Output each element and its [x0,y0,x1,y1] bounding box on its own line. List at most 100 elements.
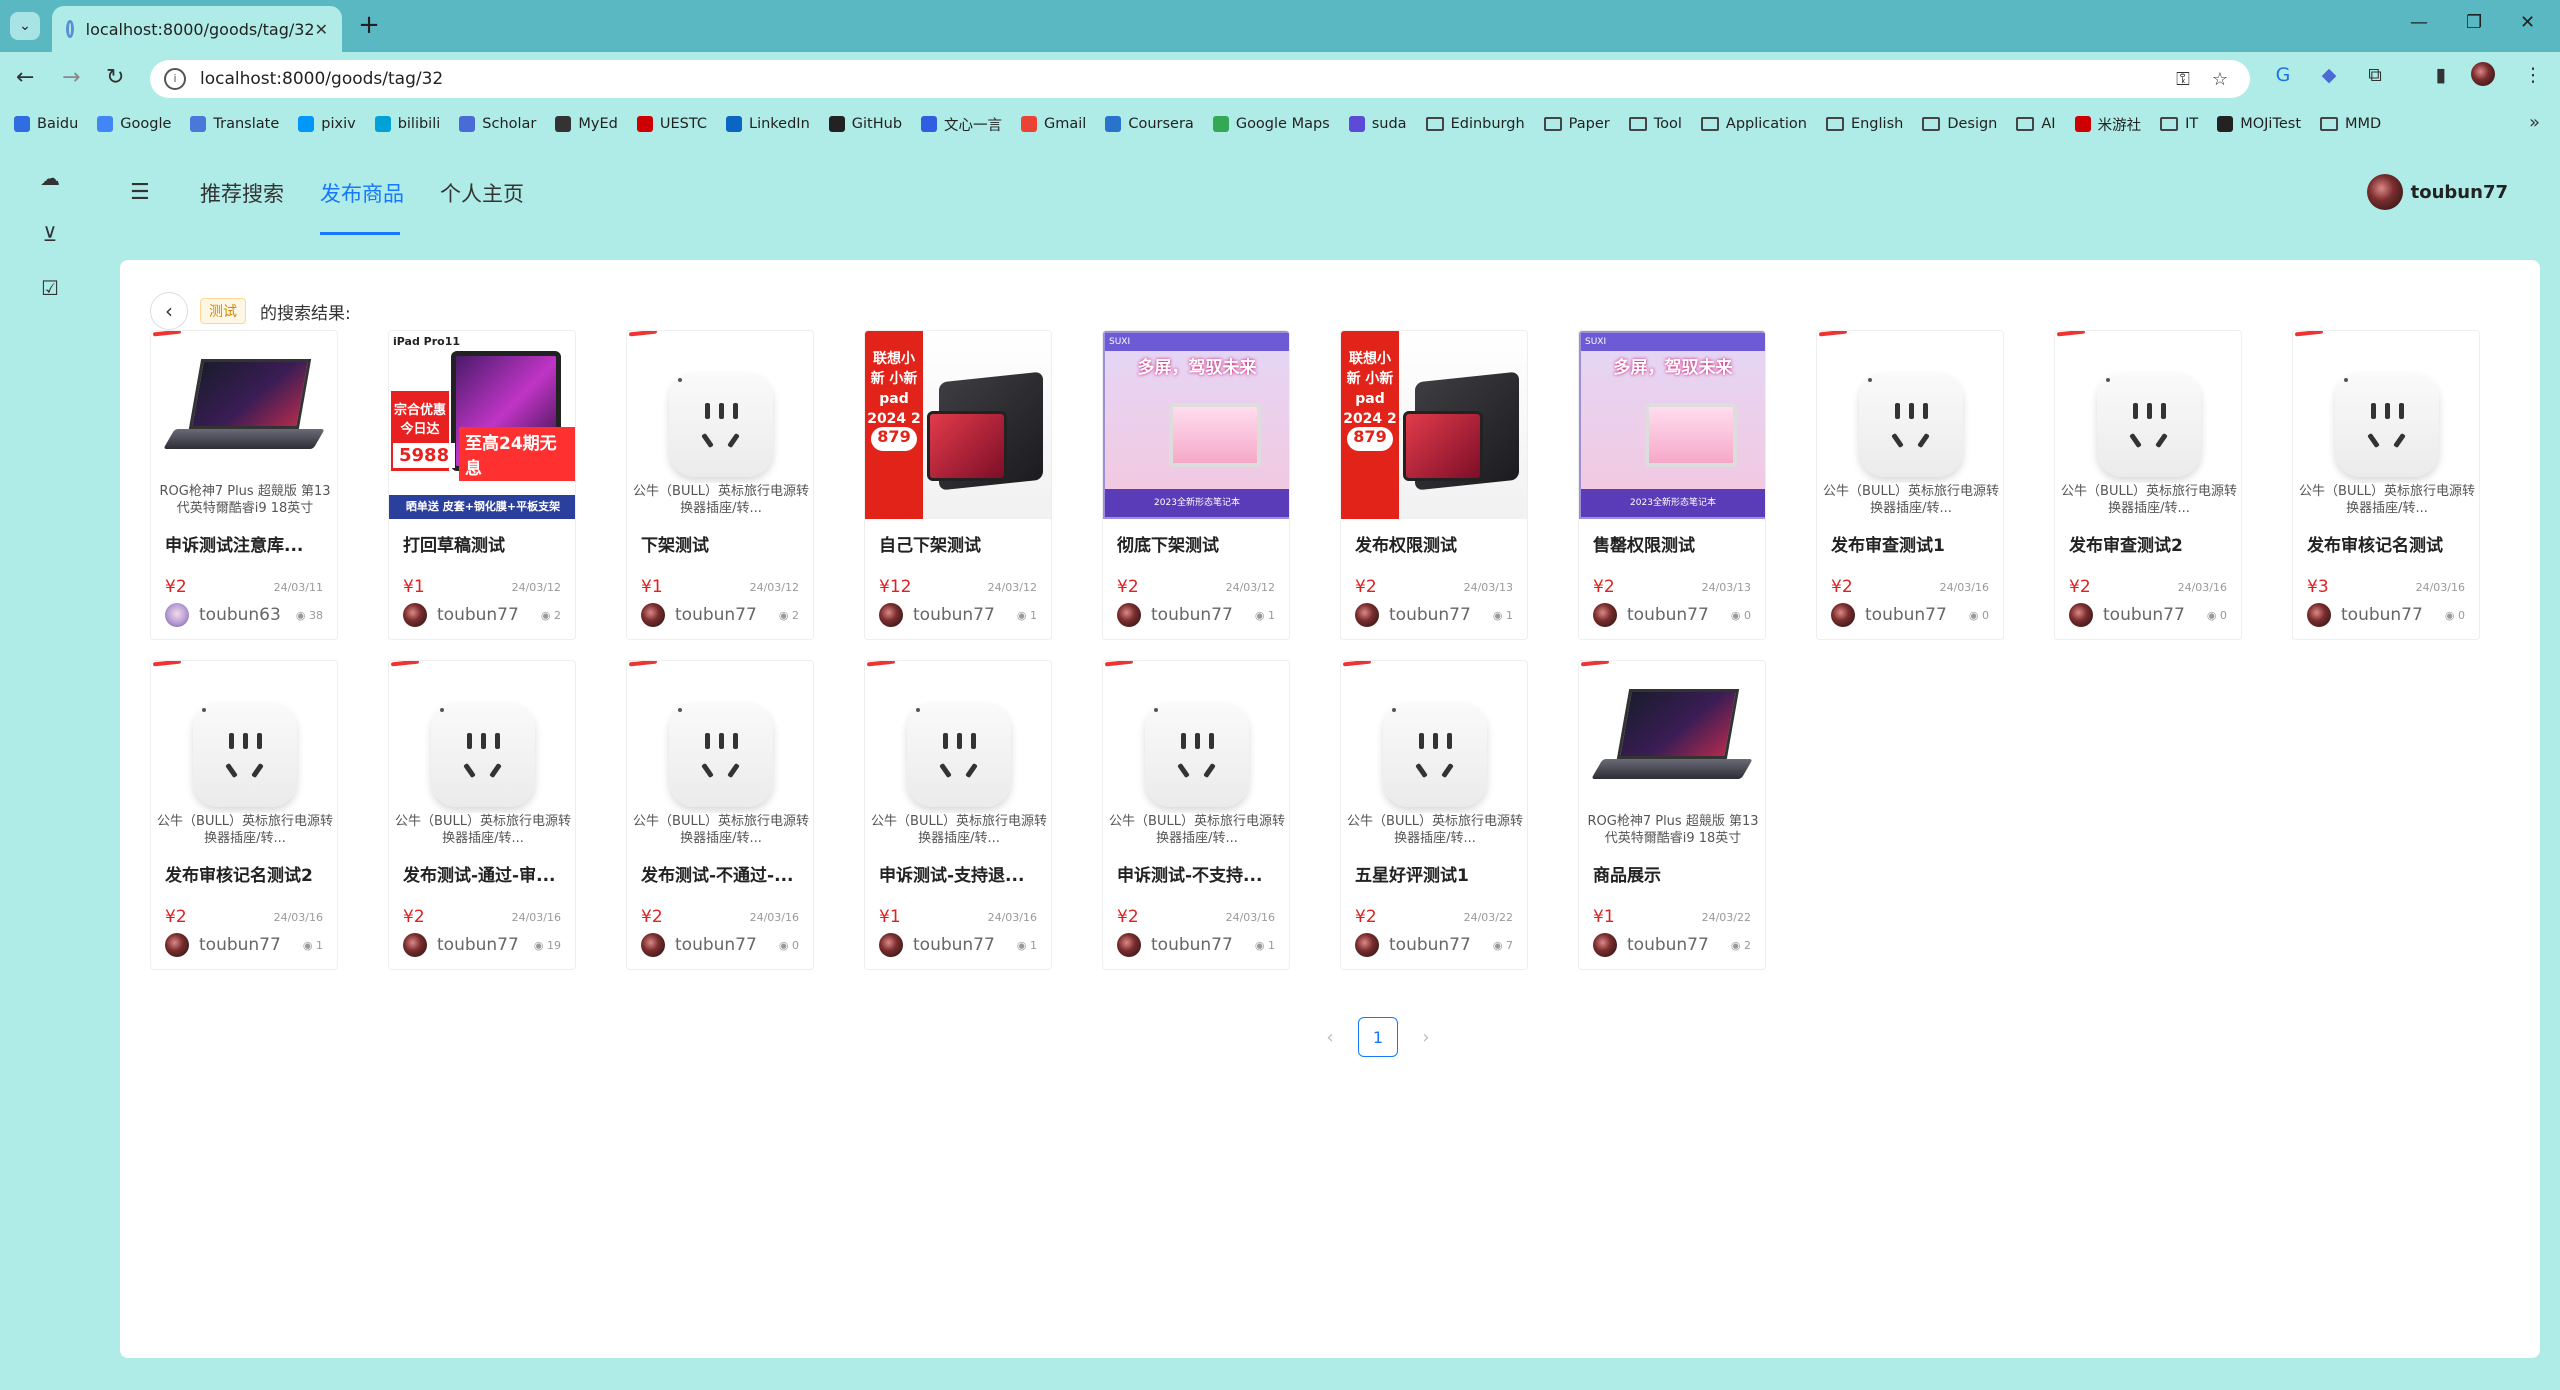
product-card[interactable]: 公牛（BULL）英标旅行电源转换器插座/转... 申诉测试-不支持... ¥2 24/… [1102,660,1290,970]
bookmark-item[interactable]: Application [1700,116,1807,132]
prev-page-icon[interactable]: ‹ [1310,1027,1350,1048]
verified-icon[interactable]: ⊻ [38,222,62,246]
star-icon[interactable]: ☆ [2212,69,2228,90]
product-title[interactable]: 发布审查测试1 [1831,531,1995,556]
product-card[interactable]: 公牛（BULL）英标旅行电源转换器插座/转... 申诉测试-支持退... ¥1 24/… [864,660,1052,970]
forward-icon[interactable]: → [62,65,80,90]
key-icon[interactable]: ⚿ [2176,69,2190,90]
product-title[interactable]: 打回草稿测试 [403,531,567,556]
seller-info[interactable]: toubun63 [165,603,281,627]
product-card[interactable]: 公牛（BULL）英标旅行电源转换器插座/转... 发布审查测试1 ¥2 24/03/1… [1816,330,2004,640]
profile-avatar[interactable] [2470,62,2496,88]
extension-icon[interactable]: ◆ [2316,62,2342,88]
more-menu-icon[interactable]: ⋮ [2520,62,2546,88]
product-image[interactable]: SUXI 多屏，驾驭未来 2023全新形态笔记本 [1103,331,1289,519]
product-image[interactable]: iPad Pro11 宗合优惠 今日达 至高24期无息 5988 晒单送 皮套+钢化膜+… [389,331,575,519]
product-card[interactable]: SUXI 多屏，驾驭未来 2023全新形态笔记本 彻底下架测试 ¥2 24/03/12 to… [1102,330,1290,640]
seller-info[interactable]: toubun77 [403,603,519,627]
close-window-icon[interactable]: ✕ [2520,12,2535,33]
seller-info[interactable]: toubun77 [1593,933,1709,957]
seller-info[interactable]: toubun77 [2069,603,2185,627]
address-bar[interactable]: i localhost:8000/goods/tag/32 ⚿ ☆ [150,60,2250,98]
bookmark-item[interactable]: Baidu [14,116,78,132]
product-card[interactable]: ROG枪神7 Plus 超競版 第13代英特爾酷睿i9 18英寸 商品展示 ¥1 24… [1578,660,1766,970]
seller-info[interactable]: toubun77 [879,933,995,957]
bookmark-item[interactable]: LinkedIn [726,116,810,132]
product-card[interactable]: 公牛（BULL）英标旅行电源转换器插座/转... 五星好评测试1 ¥2 24/03/2… [1340,660,1528,970]
bookmark-item[interactable]: Design [1922,116,1997,132]
seller-info[interactable]: toubun77 [879,603,995,627]
product-title[interactable]: 售罄权限测试 [1593,531,1757,556]
bookmark-item[interactable]: Translate [190,116,279,132]
seller-info[interactable]: toubun77 [1831,603,1947,627]
bookmark-item[interactable]: suda [1348,116,1407,132]
bookmark-item[interactable]: Google Maps [1212,116,1330,132]
user-menu[interactable]: toubun77 [2366,174,2508,210]
seller-info[interactable]: toubun77 [1593,603,1709,627]
product-title[interactable]: 下架测试 [641,531,805,556]
bookmark-item[interactable]: pixiv [298,116,356,132]
browser-tab[interactable]: localhost:8000/goods/tag/32 ✕ [52,6,342,52]
product-card[interactable]: 公牛（BULL）英标旅行电源转换器插座/转... 下架测试 ¥1 24/03/12 to… [626,330,814,640]
seller-info[interactable]: toubun77 [2307,603,2423,627]
product-card[interactable]: 联想小新 小新pad 2024 2年质保879 自己下架测试 ¥12 24/03/12… [864,330,1052,640]
tab-search-button[interactable]: ⌄ [10,12,40,40]
calendar-check-icon[interactable]: ☑ [38,276,62,300]
bookmark-item[interactable]: Tool [1628,116,1682,132]
bookmark-item[interactable]: Coursera [1105,116,1194,132]
product-title[interactable]: 五星好评测试1 [1355,861,1519,886]
menu-toggle-icon[interactable]: ☰ [130,180,150,205]
product-title[interactable]: 商品展示 [1593,861,1757,886]
side-panel-icon[interactable]: ▮ [2428,62,2454,88]
bookmark-item[interactable]: bilibili [374,116,440,132]
product-card[interactable]: 公牛（BULL）英标旅行电源转换器插座/转... 发布审查测试2 ¥2 24/03/1… [2054,330,2242,640]
close-tab-icon[interactable]: ✕ [315,20,328,39]
bookmark-item[interactable]: Paper [1543,116,1610,132]
product-card[interactable]: iPad Pro11 宗合优惠 今日达 至高24期无息 5988 晒单送 皮套+钢化膜+… [388,330,576,640]
tab-recommend-search[interactable]: 推荐搜索 [200,178,284,208]
bookmark-item[interactable]: UESTC [636,116,707,132]
bookmark-item[interactable]: MMD [2320,116,2381,132]
product-title[interactable]: 申诉测试注意库... [165,531,329,556]
seller-info[interactable]: toubun77 [1355,933,1471,957]
new-tab-button[interactable]: + [352,10,386,40]
bookmark-item[interactable]: MOJiTest [2217,116,2301,132]
bookmark-item[interactable]: GitHub [828,116,902,132]
product-title[interactable]: 发布测试-通过-审... [403,861,567,886]
bookmark-item[interactable]: IT [2160,116,2198,132]
bookmark-item[interactable]: 文心一言 [921,114,1002,135]
restore-icon[interactable]: ❐ [2466,12,2482,33]
tab-profile[interactable]: 个人主页 [440,178,524,208]
bookmark-item[interactable]: English [1825,116,1903,132]
seller-info[interactable]: toubun77 [1117,933,1233,957]
tab-publish-goods[interactable]: 发布商品 [320,178,404,208]
product-title[interactable]: 发布测试-不通过-... [641,861,805,886]
product-card[interactable]: 公牛（BULL）英标旅行电源转换器插座/转... 发布测试-通过-审... ¥2 24… [388,660,576,970]
seller-info[interactable]: toubun77 [1117,603,1233,627]
next-page-icon[interactable]: › [1406,1027,1446,1048]
seller-info[interactable]: toubun77 [165,933,281,957]
seller-info[interactable]: toubun77 [1355,603,1471,627]
cloud-upload-icon[interactable]: ☁ [38,166,62,190]
product-image[interactable]: SUXI 多屏，驾驭未来 2023全新形态笔记本 [1579,331,1765,519]
product-title[interactable]: 申诉测试-不支持... [1117,861,1281,886]
reload-icon[interactable]: ↻ [106,65,124,90]
seller-info[interactable]: toubun77 [403,933,519,957]
url-text[interactable]: localhost:8000/goods/tag/32 [200,69,2176,89]
product-card[interactable]: ROG枪神7 Plus 超競版 第13代英特爾酷睿i9 18英寸 申诉测试注意库.… [150,330,338,640]
product-card[interactable]: 公牛（BULL）英标旅行电源转换器插座/转... 发布测试-不通过-... ¥2 24… [626,660,814,970]
product-card[interactable]: 公牛（BULL）英标旅行电源转换器插座/转... 发布审核记名测试 ¥3 24/03/… [2292,330,2480,640]
page-number[interactable]: 1 [1358,1017,1398,1057]
product-title[interactable]: 申诉测试-支持退... [879,861,1043,886]
product-card[interactable]: SUXI 多屏，驾驭未来 2023全新形态笔记本 售罄权限测试 ¥2 24/03/13 to… [1578,330,1766,640]
bookmark-item[interactable]: Gmail [1021,116,1086,132]
more-bookmarks-icon[interactable]: » [2529,112,2540,133]
product-image[interactable]: 联想小新 小新pad 2024 2年质保879 [1341,331,1527,519]
product-title[interactable]: 发布审查测试2 [2069,531,2233,556]
minimize-icon[interactable]: — [2410,12,2428,33]
product-title[interactable]: 发布权限测试 [1355,531,1519,556]
translate-extension-icon[interactable]: G [2270,62,2296,88]
bookmark-item[interactable]: Scholar [459,116,536,132]
product-title[interactable]: 自己下架测试 [879,531,1043,556]
bookmark-item[interactable]: 米游社 [2074,114,2141,135]
